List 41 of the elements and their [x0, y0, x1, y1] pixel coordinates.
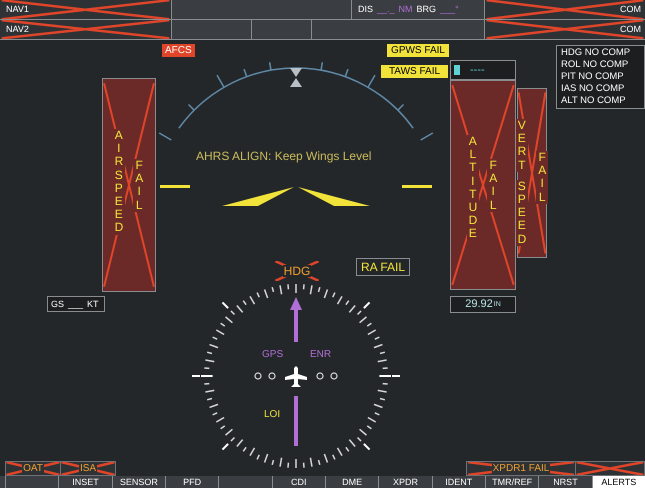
field-label: DIS — [358, 5, 374, 14]
nav-label: NAV2 — [6, 25, 29, 34]
vertical-text: FAIL — [133, 159, 146, 212]
barometer-value: 29.92 — [465, 299, 493, 310]
comparator-message: IAS NO COMP — [561, 83, 626, 95]
comparator-message: ROL NO COMP — [561, 59, 630, 71]
com-label: COM — [620, 5, 641, 14]
vertical-text: SPEED — [516, 180, 528, 246]
selected-altitude: ---- — [470, 64, 485, 76]
flight-phase: ENR — [310, 350, 332, 360]
comparator-message: ALT NO COMP — [561, 95, 627, 107]
unit-label: KT — [87, 300, 99, 308]
status-text: ISA — [78, 464, 98, 474]
field-label: BRG — [416, 5, 436, 14]
radar-altimeter-flag: RA FAIL — [356, 258, 410, 276]
comparator-message: HDG NO COMP — [561, 47, 632, 59]
softkey[interactable]: ALERTS — [592, 476, 645, 488]
field-value: __._ — [377, 5, 395, 14]
com-label: COM — [620, 25, 641, 34]
vertical-text: AIRSPEED — [112, 129, 125, 234]
field-value: ___° — [440, 5, 459, 14]
airplane-icon — [285, 366, 307, 387]
annunciation: TAWS FAIL — [381, 65, 448, 78]
nav-label: NAV1 — [6, 5, 29, 14]
altitude-bug-icon — [454, 65, 460, 75]
vertical-text: VERT — [516, 119, 528, 172]
annunciation: AFCS — [162, 44, 195, 57]
integrity-label: LOI — [264, 410, 280, 420]
status-text: OAT — [22, 464, 44, 474]
field-value: NM — [398, 5, 413, 14]
vertical-text: FAIL — [536, 151, 548, 204]
heading-label: HDG — [282, 265, 312, 277]
attitude-message: AHRS ALIGN: Keep Wings Level — [196, 150, 372, 162]
comparator-message: PIT NO COMP — [561, 71, 625, 83]
nav-source: GPS — [262, 350, 284, 360]
vertical-text: FAIL — [487, 159, 500, 212]
field-label: GS — [51, 300, 64, 308]
status-text: XPDR1 FAIL — [492, 464, 550, 474]
annunciation: GPWS FAIL — [387, 44, 449, 57]
field-value: ___ — [68, 300, 84, 308]
vertical-text: ALTITUDE — [466, 135, 479, 240]
